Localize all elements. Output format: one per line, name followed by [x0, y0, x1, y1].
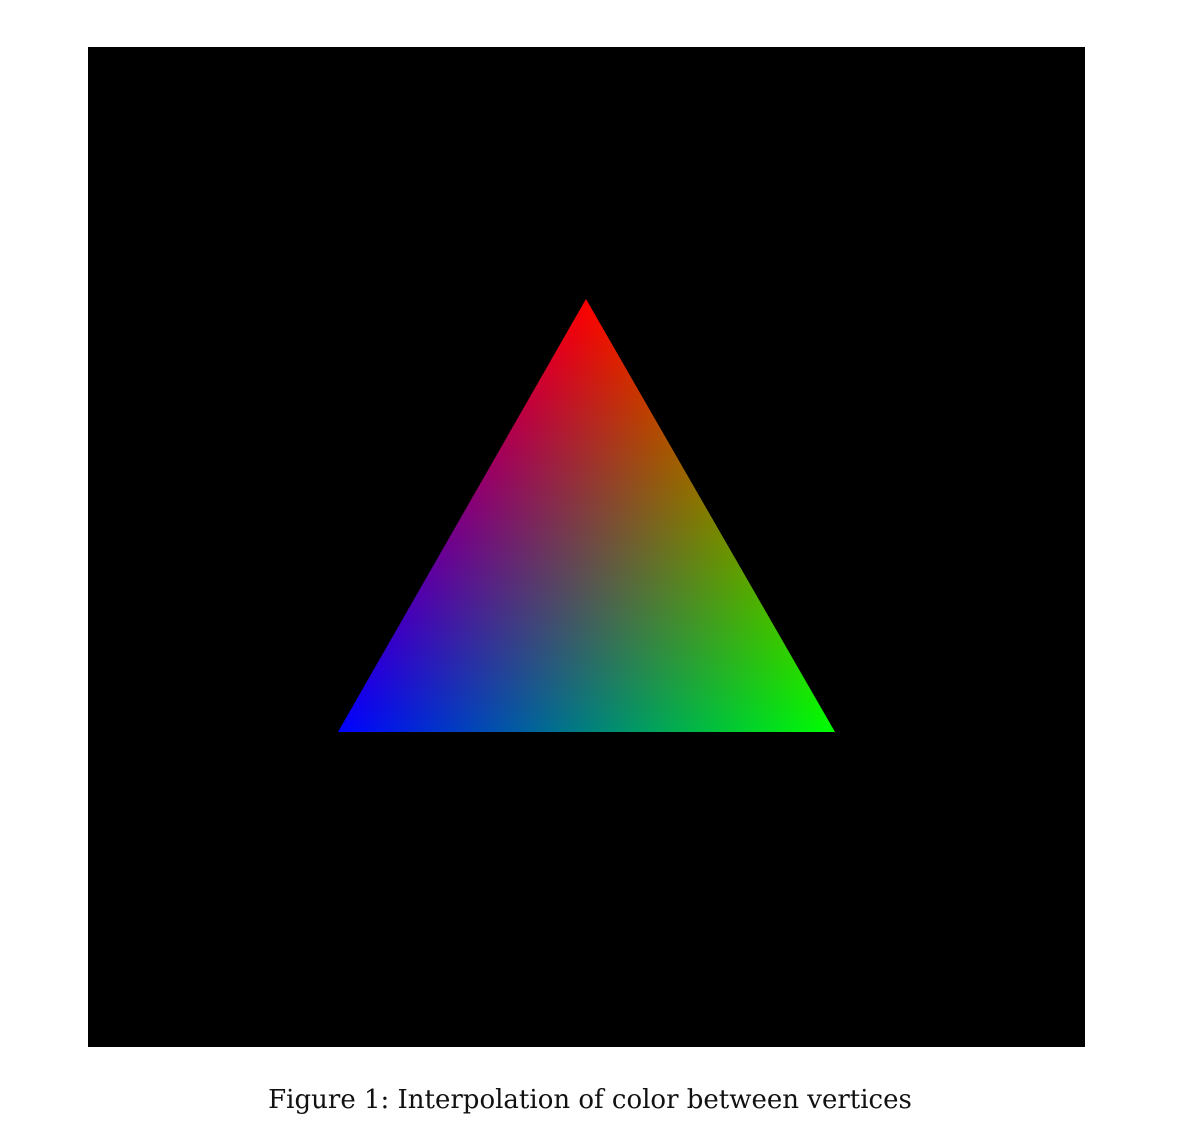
- figure-caption: Figure 1: Interpolation of color between…: [268, 1085, 912, 1115]
- rendered-figure-canvas: [88, 47, 1085, 1047]
- color-triangle-figure: [88, 47, 1085, 1047]
